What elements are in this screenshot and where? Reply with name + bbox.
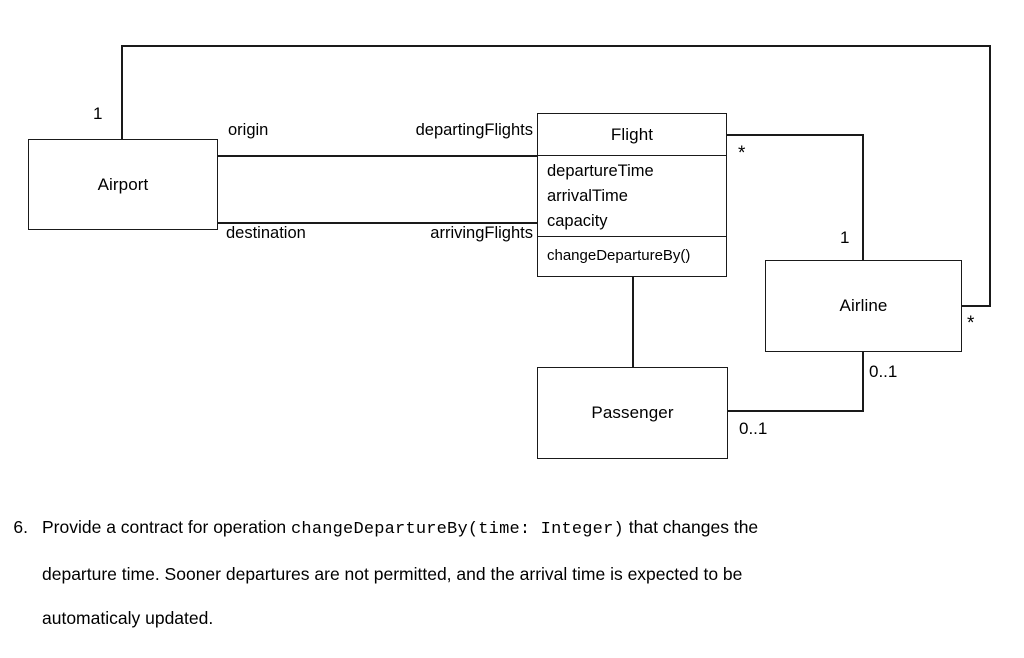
class-name-airline: Airline	[839, 296, 888, 315]
question-line-2: departure time. Sooner departures are no…	[0, 552, 1024, 596]
edge-airport-airline-left-vertical	[121, 45, 123, 139]
class-box-airline[interactable]: Airline	[765, 260, 962, 352]
edge-airport-flight-origin	[217, 155, 538, 157]
question-line-3: automaticaly updated.	[0, 596, 1024, 640]
edge-flight-airline-horizontal	[726, 134, 864, 136]
attribute-arrival-time: arrivalTime	[547, 187, 628, 206]
multiplicity-passenger-right: 0..1	[739, 419, 768, 438]
edge-airport-airline-top-horizontal	[121, 45, 991, 47]
uml-class-diagram: Airport Flight departureTime arrivalTime…	[0, 0, 1024, 490]
operation-change-departure-by: changeDepartureBy()	[547, 247, 691, 264]
class-name-passenger: Passenger	[591, 403, 674, 422]
association-label-departing-flights: departingFlights	[415, 121, 533, 139]
class-name-flight: Flight	[610, 124, 654, 144]
attribute-departure-time: departureTime	[547, 162, 654, 180]
edge-passenger-airline-vertical	[862, 351, 864, 411]
multiplicity-airport-top: 1	[93, 104, 103, 123]
class-operations-compartment-flight: changeDepartureBy()	[538, 237, 726, 276]
class-name-compartment-airport: Airport	[29, 140, 217, 229]
association-label-origin: origin	[228, 121, 269, 139]
question-line-1: 6. Provide a contract for operation chan…	[0, 505, 1024, 552]
edge-flight-passenger-vertical	[632, 276, 634, 368]
question-line-3-text: automaticaly updated.	[42, 608, 214, 628]
question-line-1-text: Provide a contract for operation changeD…	[42, 505, 758, 552]
class-box-flight[interactable]: Flight departureTime arrivalTime capacit…	[537, 113, 727, 277]
multiplicity-flight-to-airline: *	[738, 143, 746, 164]
edge-passenger-airline-horizontal	[727, 410, 864, 412]
question-operation-signature: changeDepartureBy(time: Integer)	[291, 520, 624, 539]
multiplicity-airline-right: *	[967, 313, 975, 334]
edge-airport-airline-right-vertical	[989, 45, 991, 307]
class-name-airport: Airport	[97, 174, 149, 194]
edge-airport-airline-right-horizontal	[961, 305, 991, 307]
multiplicity-airline-top: 1	[840, 228, 850, 247]
question-block: 6. Provide a contract for operation chan…	[0, 505, 1024, 640]
class-name-compartment-passenger: Passenger	[538, 368, 727, 458]
edge-flight-airline-vertical	[862, 134, 864, 261]
class-name-compartment-flight: Flight	[538, 114, 726, 155]
class-name-compartment-airline: Airline	[766, 261, 961, 351]
association-label-arriving-flights: arrivingFlights	[430, 224, 533, 242]
association-label-destination: destination	[226, 224, 306, 242]
question-number: 6.	[13, 517, 28, 537]
multiplicity-airline-bottom: 0..1	[869, 362, 898, 381]
question-line-2-text: departure time. Sooner departures are no…	[42, 564, 743, 584]
question-text-before-code: Provide a contract for operation	[42, 517, 292, 537]
class-attributes-compartment-flight: departureTime arrivalTime capacity	[538, 156, 726, 236]
attribute-capacity: capacity	[547, 212, 608, 231]
question-text-after-code: that changes the	[623, 517, 759, 537]
class-box-airport[interactable]: Airport	[28, 139, 218, 230]
class-box-passenger[interactable]: Passenger	[537, 367, 728, 459]
